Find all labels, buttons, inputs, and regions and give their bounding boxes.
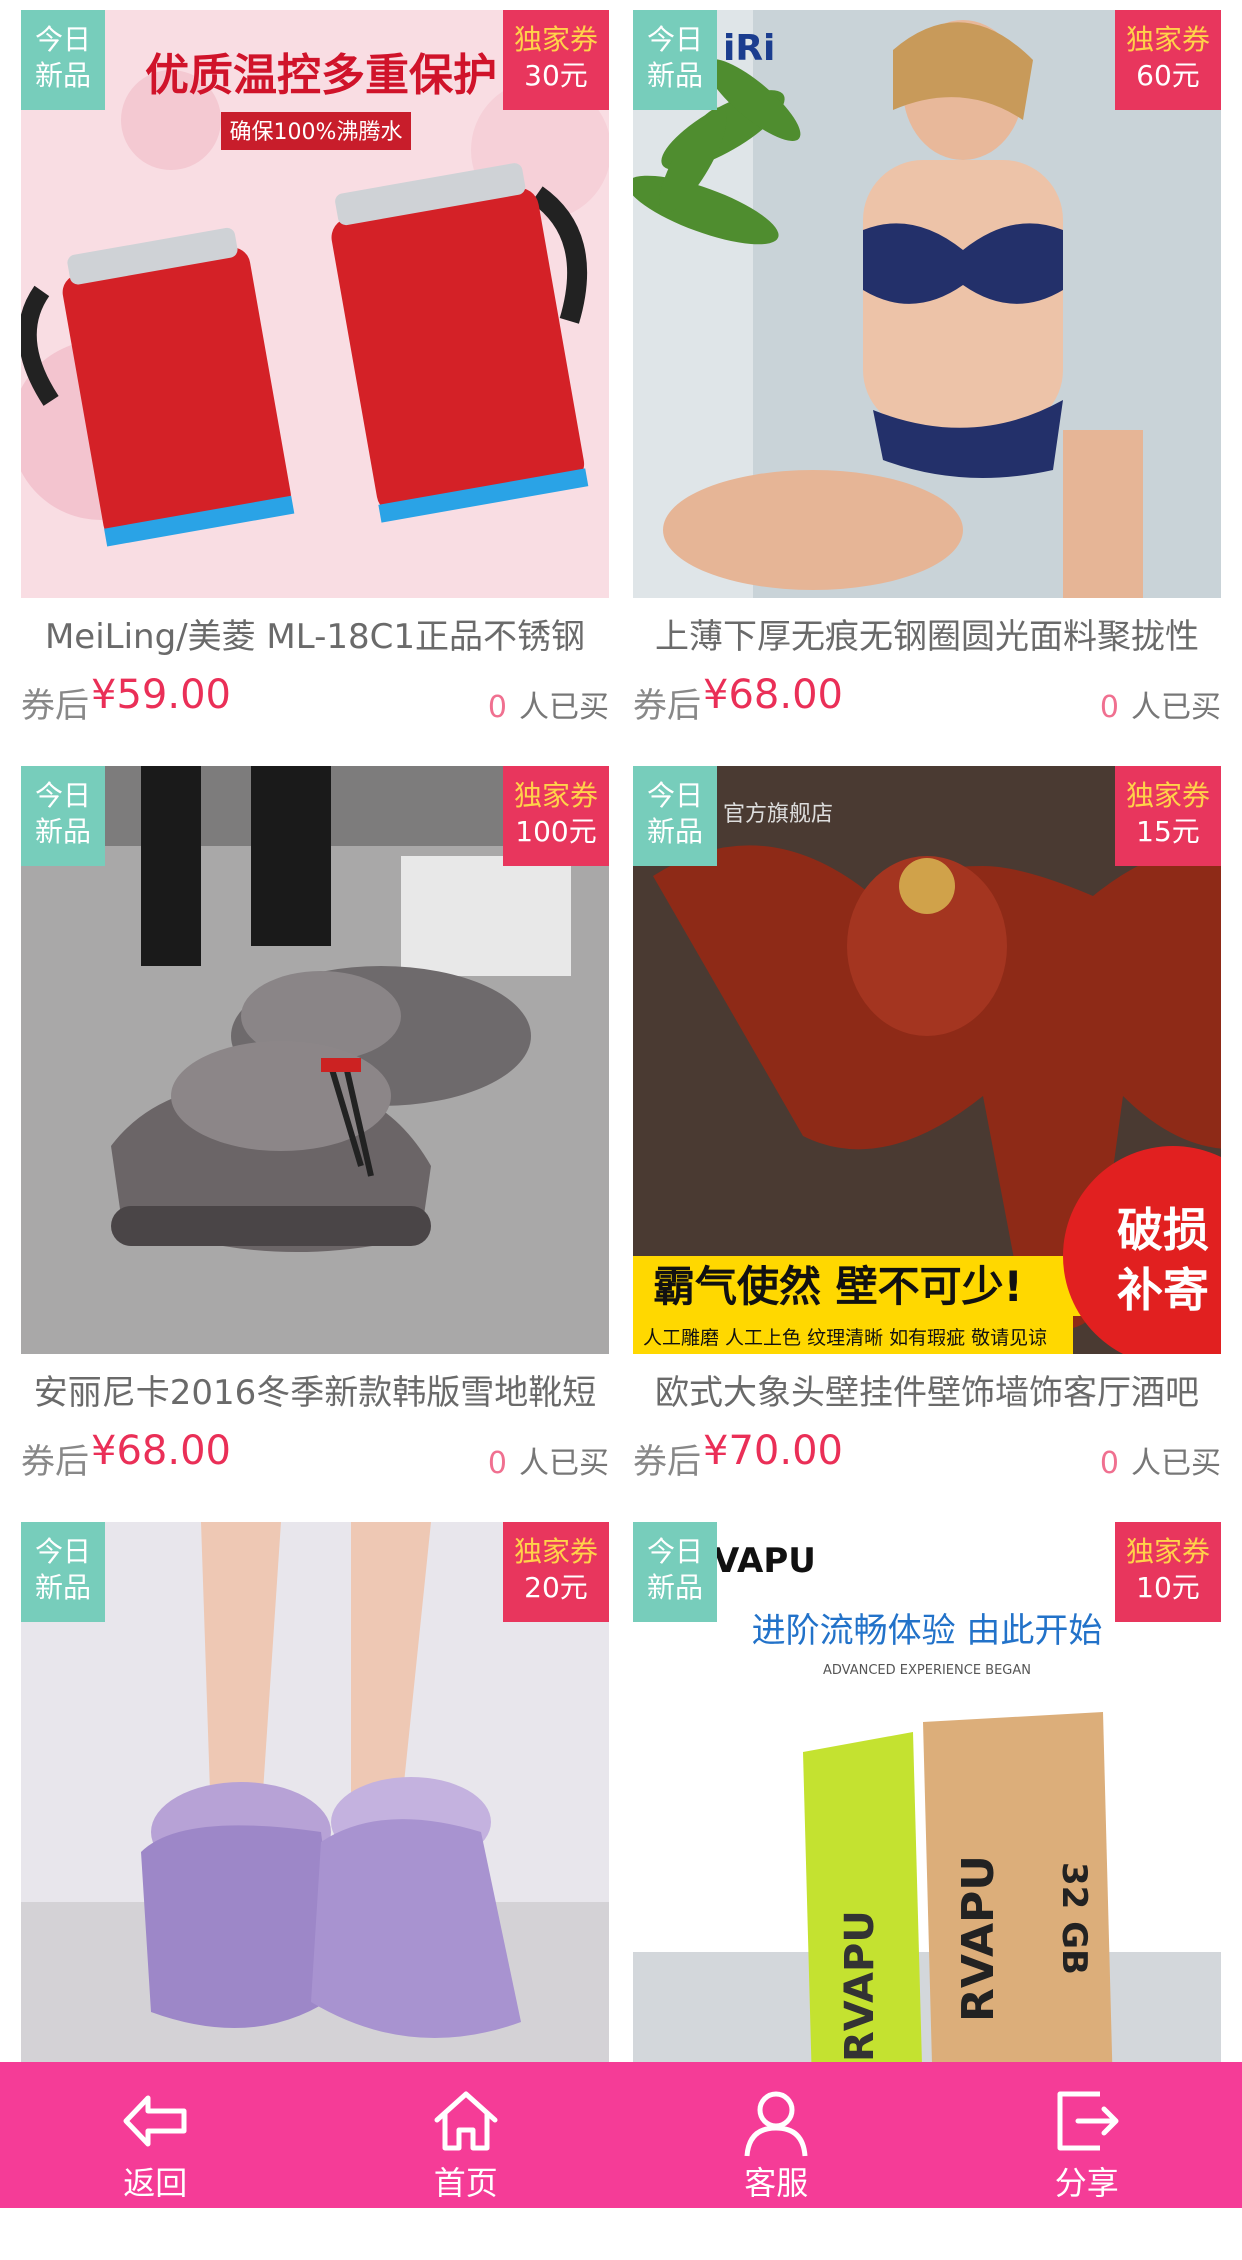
price-row: 券后 ¥68.00 0人已买	[633, 670, 1221, 730]
new-today-badge: 今日新品	[21, 1522, 105, 1622]
bottom-tab-bar: 返回 首页 客服 分享	[0, 2062, 1242, 2208]
coupon-badge: 独家券15元	[1115, 766, 1221, 866]
sold-count: 0人已买	[488, 1438, 609, 1482]
new-today-badge: 今日新品	[21, 10, 105, 110]
price-row: 券后 ¥59.00 0人已买	[21, 670, 609, 730]
tab-share-label: 分享	[932, 2158, 1242, 2204]
svg-text:霸气使然 壁不可少!: 霸气使然 壁不可少!	[653, 1262, 1023, 1311]
tab-home-label: 首页	[311, 2158, 622, 2204]
product-title[interactable]: 上薄下厚无痕无钢圈圆光面料聚拢性	[633, 612, 1221, 662]
price-label: 券后	[633, 678, 701, 727]
svg-text:RVAPU: RVAPU	[837, 1910, 883, 2062]
price-row: 券后 ¥70.00 0人已买	[633, 1426, 1221, 1486]
svg-text:补寄: 补寄	[1117, 1263, 1209, 1317]
new-today-badge: 今日新品	[21, 766, 105, 866]
svg-text:确保100%沸腾水: 确保100%沸腾水	[230, 120, 403, 145]
tab-service[interactable]: 客服	[621, 2062, 932, 2208]
tab-service-label: 客服	[621, 2158, 932, 2204]
svg-text:RVAPU: RVAPU	[953, 1855, 1004, 2022]
price-label: 券后	[21, 1434, 89, 1483]
back-arrow-icon	[118, 2084, 192, 2158]
svg-text:32 GB: 32 GB	[1054, 1862, 1094, 1975]
tab-share[interactable]: 分享	[932, 2062, 1242, 2208]
coupon-badge: 独家券20元	[503, 1522, 609, 1622]
svg-text:人工雕磨 人工上色 纹理清晰 如有瑕疵 敬请见谅: 人工雕磨 人工上色 纹理清晰 如有瑕疵 敬请见谅	[643, 1327, 1047, 1349]
product-price: ¥70.00	[703, 1428, 843, 1474]
price-row: 券后 ¥68.00 0人已买	[21, 1426, 609, 1486]
new-today-badge: 今日新品	[633, 10, 717, 110]
sold-count: 0人已买	[1100, 682, 1221, 726]
coupon-badge: 独家券100元	[503, 766, 609, 866]
product-image[interactable]: 优质温控多重保护 确保100%沸腾水	[21, 10, 609, 598]
sold-count: 0人已买	[488, 682, 609, 726]
user-icon	[739, 2084, 813, 2158]
product-title[interactable]: MeiLing/美菱 ML-18C1正品不锈钢	[21, 612, 609, 662]
svg-text:iRi: iRi	[723, 28, 775, 69]
product-image[interactable]: 今日新品 独家券100元	[21, 766, 609, 1354]
product-price: ¥68.00	[703, 672, 843, 718]
product-price: ¥59.00	[91, 672, 231, 718]
svg-text:官方旗舰店: 官方旗舰店	[723, 802, 833, 827]
product-card[interactable]: iRi 今日新品 独家券6	[633, 0, 1221, 748]
tab-back[interactable]: 返回	[0, 2062, 311, 2208]
product-image[interactable]: 今日新品 独家券20元	[21, 1522, 609, 2072]
product-title[interactable]: 安丽尼卡2016冬季新款韩版雪地靴短	[21, 1368, 609, 1418]
sold-count: 0人已买	[1100, 1438, 1221, 1482]
price-label: 券后	[21, 678, 89, 727]
coupon-badge: 独家券60元	[1115, 10, 1221, 110]
product-price: ¥68.00	[91, 1428, 231, 1474]
coupon-badge: 独家券10元	[1115, 1522, 1221, 1622]
product-card[interactable]: 官方旗舰店 霸气使然 壁不可少! 人工雕磨 人工上色 纹理清晰 如有瑕疵 敬请见…	[633, 756, 1221, 1504]
price-label: 券后	[633, 1434, 701, 1483]
product-title[interactable]: 欧式大象头壁挂件壁饰墙饰客厅酒吧	[633, 1368, 1221, 1418]
svg-text:破损: 破损	[1117, 1203, 1209, 1257]
svg-text:进阶流畅体验 由此开始: 进阶流畅体验 由此开始	[752, 1611, 1103, 1651]
home-icon	[429, 2084, 503, 2158]
product-image[interactable]: VAPU 进阶流畅体验 由此开始 ADVANCED EXPERIENCE BEG…	[633, 1522, 1221, 2072]
tab-back-label: 返回	[0, 2158, 311, 2204]
new-today-badge: 今日新品	[633, 1522, 717, 1622]
svg-text:ADVANCED EXPERIENCE BEGAN: ADVANCED EXPERIENCE BEGAN	[823, 1663, 1031, 1678]
product-card[interactable]: 今日新品 独家券100元 安丽尼卡2016冬季新款韩版雪地靴短 券后 ¥68.0…	[21, 756, 609, 1504]
new-today-badge: 今日新品	[633, 766, 717, 866]
product-image[interactable]: 官方旗舰店 霸气使然 壁不可少! 人工雕磨 人工上色 纹理清晰 如有瑕疵 敬请见…	[633, 766, 1221, 1354]
share-icon	[1050, 2084, 1124, 2158]
product-image[interactable]: iRi 今日新品 独家券6	[633, 10, 1221, 598]
svg-text:VAPU: VAPU	[713, 1541, 816, 1581]
tab-home[interactable]: 首页	[311, 2062, 622, 2208]
coupon-badge: 独家券30元	[503, 10, 609, 110]
product-card[interactable]: 优质温控多重保护 确保100%沸腾水	[21, 0, 609, 748]
svg-text:优质温控多重保护: 优质温控多重保护	[145, 50, 497, 101]
